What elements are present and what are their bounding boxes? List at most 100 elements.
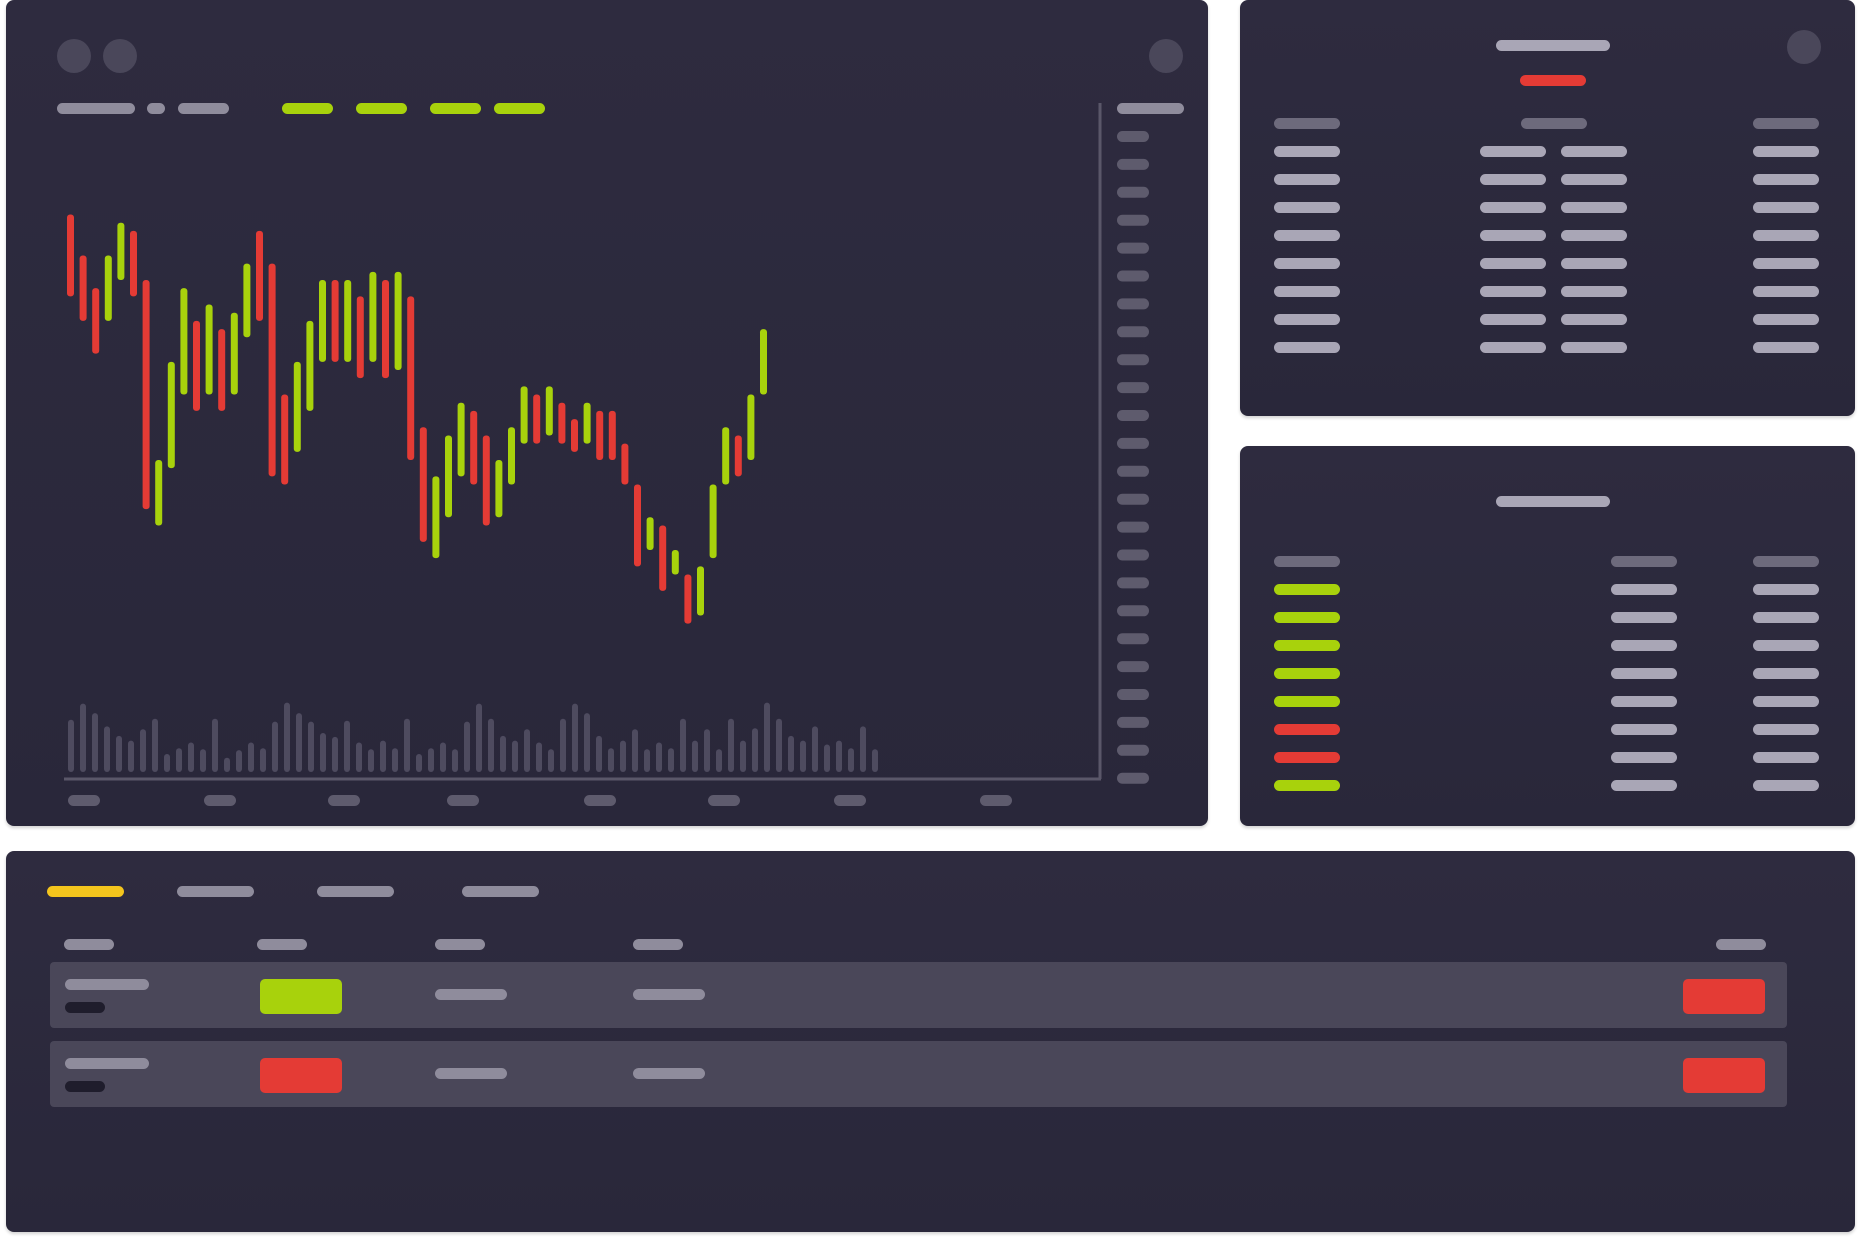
volume-bar bbox=[392, 748, 398, 772]
time-tick-label bbox=[708, 795, 740, 806]
trades-column-header-time bbox=[1753, 556, 1819, 567]
volume-bar bbox=[368, 749, 374, 772]
volume-bar bbox=[776, 718, 782, 772]
trade-price-sell bbox=[1274, 752, 1340, 763]
candle-up bbox=[306, 320, 314, 411]
orderbook-row-bid[interactable] bbox=[1480, 174, 1546, 185]
recent-trades-title bbox=[1496, 496, 1610, 507]
orderbook-row-total[interactable] bbox=[1753, 314, 1819, 325]
orderbook-row-bid[interactable] bbox=[1480, 342, 1546, 353]
order-subtitle bbox=[65, 1002, 105, 1013]
volume-bar bbox=[320, 733, 326, 772]
orderbook-row-ask[interactable] bbox=[1561, 174, 1627, 185]
orders-tab-3[interactable] bbox=[317, 886, 394, 897]
orderbook-row-ask[interactable] bbox=[1561, 258, 1627, 269]
time-tick-label bbox=[447, 795, 479, 806]
volume-bar bbox=[176, 748, 182, 772]
candle-up bbox=[344, 280, 352, 362]
volume-bar bbox=[224, 757, 230, 772]
orderbook-row-ask[interactable] bbox=[1561, 230, 1627, 241]
orderbook-row-total[interactable] bbox=[1753, 202, 1819, 213]
orders-tab-4[interactable] bbox=[462, 886, 539, 897]
volume-bar bbox=[740, 740, 746, 772]
order-row[interactable] bbox=[50, 962, 1787, 1028]
order-symbol bbox=[65, 1058, 149, 1069]
orderbook-row-total[interactable] bbox=[1753, 258, 1819, 269]
volume-bar bbox=[716, 749, 722, 772]
trade-price-buy bbox=[1274, 668, 1340, 679]
volume-bar bbox=[764, 702, 770, 772]
volume-bar bbox=[476, 703, 482, 772]
orderbook-row-total[interactable] bbox=[1753, 230, 1819, 241]
candlestick-chart[interactable] bbox=[6, 0, 1208, 826]
orderbook-row-total[interactable] bbox=[1753, 286, 1819, 297]
price-tick-label bbox=[1117, 158, 1149, 170]
orderbook-row-price[interactable] bbox=[1274, 342, 1340, 353]
orderbook-row-bid[interactable] bbox=[1480, 314, 1546, 325]
order-side-badge-sell bbox=[260, 1058, 342, 1093]
order-cancel-button[interactable] bbox=[1683, 1058, 1765, 1093]
trade-amount bbox=[1611, 640, 1677, 651]
volume-bar bbox=[680, 718, 686, 772]
order-symbol bbox=[65, 979, 149, 990]
candle-up bbox=[646, 517, 654, 550]
orderbook-row-ask[interactable] bbox=[1561, 314, 1627, 325]
order-price bbox=[633, 989, 705, 1000]
volume-bar bbox=[836, 740, 842, 772]
orderbook-row-bid[interactable] bbox=[1480, 202, 1546, 213]
orderbook-row-ask[interactable] bbox=[1561, 342, 1627, 353]
price-tick-label bbox=[1117, 493, 1149, 505]
volume-bar bbox=[284, 702, 290, 772]
orderbook-row-total[interactable] bbox=[1753, 342, 1819, 353]
orderbook-row-price[interactable] bbox=[1274, 258, 1340, 269]
orderbook-row-bid[interactable] bbox=[1480, 230, 1546, 241]
orderbook-row-price[interactable] bbox=[1274, 174, 1340, 185]
orderbook-row-price[interactable] bbox=[1274, 230, 1340, 241]
orderbook-row-total[interactable] bbox=[1753, 174, 1819, 185]
trade-time bbox=[1753, 584, 1819, 595]
order-row[interactable] bbox=[50, 1041, 1787, 1107]
candle-up bbox=[583, 402, 591, 444]
candle-up bbox=[117, 222, 125, 280]
order-cancel-button[interactable] bbox=[1683, 979, 1765, 1014]
orderbook-row-ask[interactable] bbox=[1561, 286, 1627, 297]
time-tick-label bbox=[68, 795, 100, 806]
candle-up bbox=[747, 394, 755, 460]
orderbook-row-price[interactable] bbox=[1274, 146, 1340, 157]
time-tick-label bbox=[204, 795, 236, 806]
orderbook-row-ask[interactable] bbox=[1561, 146, 1627, 157]
candle-down bbox=[419, 427, 427, 542]
orderbook-row-total[interactable] bbox=[1753, 146, 1819, 157]
candle-down bbox=[382, 280, 389, 379]
volume-bar bbox=[644, 749, 650, 772]
volume-bar bbox=[464, 721, 470, 772]
price-tick-label bbox=[1117, 382, 1149, 394]
candle-down bbox=[331, 280, 339, 362]
time-tick-label bbox=[980, 795, 1012, 806]
candle-down bbox=[281, 394, 289, 485]
orderbook-row-bid[interactable] bbox=[1480, 286, 1546, 297]
volume-bar bbox=[344, 720, 350, 772]
candle-down bbox=[659, 525, 667, 591]
orders-tab-1-active[interactable] bbox=[47, 886, 124, 897]
candle-up bbox=[545, 386, 553, 436]
orderbook-row-price[interactable] bbox=[1274, 314, 1340, 325]
price-tick-label bbox=[1117, 521, 1149, 533]
orderbook-row-price[interactable] bbox=[1274, 286, 1340, 297]
orderbook-row-bid[interactable] bbox=[1480, 146, 1546, 157]
volume-bar bbox=[560, 718, 566, 772]
trade-time bbox=[1753, 668, 1819, 679]
volume-bar bbox=[872, 749, 878, 772]
orderbook-column-header-total bbox=[1753, 118, 1819, 129]
volume-bar bbox=[452, 749, 458, 772]
orderbook-row-price[interactable] bbox=[1274, 202, 1340, 213]
candle-up bbox=[319, 280, 326, 362]
orderbook-row-bid[interactable] bbox=[1480, 258, 1546, 269]
candle-up bbox=[671, 550, 679, 575]
orderbook-row-ask[interactable] bbox=[1561, 202, 1627, 213]
settings-icon[interactable] bbox=[1787, 30, 1821, 64]
volume-bar bbox=[596, 735, 602, 772]
volume-bar bbox=[236, 750, 242, 772]
orders-tab-2[interactable] bbox=[177, 886, 254, 897]
volume-bar bbox=[380, 740, 386, 772]
